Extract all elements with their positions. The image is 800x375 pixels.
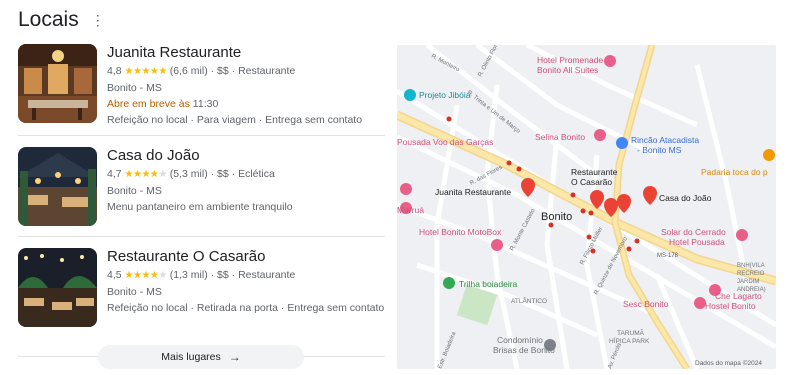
review-count: (1,3 mil) xyxy=(169,269,208,281)
price-level: $$ xyxy=(217,269,229,281)
map-view[interactable]: R. Monteiro R. Olinto Flores R. Trinta e… xyxy=(397,45,776,369)
more-places-button[interactable]: Mais lugares → xyxy=(98,345,304,369)
places-list: Juanita Restaurante 4,8 ★★★★★ (6,6 mil) … xyxy=(18,40,385,337)
svg-text:Selina Bonito: Selina Bonito xyxy=(535,132,585,142)
place-name[interactable]: Restaurante O Casarão xyxy=(107,248,384,266)
location: Bonito - MS xyxy=(107,286,162,298)
svg-text:Bonito All Suites: Bonito All Suites xyxy=(537,65,598,75)
place-card-casa-do-joao[interactable]: Casa do João 4,7 ★★★★★ (5,3 mil) · $$ · … xyxy=(18,135,385,236)
review-count: (5,3 mil) xyxy=(169,168,208,180)
locais-header: Locais ⋮ xyxy=(18,8,105,32)
place-photo[interactable] xyxy=(18,44,97,123)
place-photo[interactable] xyxy=(18,147,97,226)
category: Restaurante xyxy=(238,65,296,77)
svg-text:ATLÂNTICO: ATLÂNTICO xyxy=(511,296,547,305)
rating-line: 4,5 ★★★★★ (1,3 mil) · $$ · Restaurante xyxy=(107,269,296,281)
rating-value: 4,5 xyxy=(107,269,122,281)
rating-line: 4,7 ★★★★★ (5,3 mil) · $$ · Eclética xyxy=(107,168,275,180)
star-rating-icon: ★★★★★ xyxy=(124,66,168,77)
svg-text:BNH(VILA: BNH(VILA xyxy=(737,263,765,269)
location: Bonito - MS xyxy=(107,82,162,94)
svg-text:Dados do mapa ©2024: Dados do mapa ©2024 xyxy=(695,359,762,367)
rating-value: 4,8 xyxy=(107,65,122,77)
svg-text:Projeto Jibóia: Projeto Jibóia xyxy=(419,90,471,100)
svg-text:TARUMÃ: TARUMÃ xyxy=(617,328,645,337)
category: Restaurante xyxy=(238,269,296,281)
place-card-o-casarao[interactable]: Restaurante O Casarão 4,5 ★★★★★ (1,3 mil… xyxy=(18,236,385,337)
svg-text:Bonito: Bonito xyxy=(541,211,572,223)
location: Bonito - MS xyxy=(107,185,162,197)
service-options: Refeição no local · Para viagem · Entreg… xyxy=(107,114,363,126)
svg-text:Sesc Bonito: Sesc Bonito xyxy=(623,299,669,309)
svg-text:Casa do João: Casa do João xyxy=(659,193,712,203)
svg-text:- Bonito MS: - Bonito MS xyxy=(637,145,682,155)
hours-status: Abre em breve às 11:30 xyxy=(107,98,219,110)
svg-text:Trilha boiadeira: Trilha boiadeira xyxy=(459,279,518,289)
description: Menu pantaneiro em ambiente tranquilo xyxy=(107,201,293,213)
more-places-row: Mais lugares → xyxy=(18,345,385,369)
svg-text:Padaria toca do p: Padaria toca do p xyxy=(701,167,768,177)
svg-text:Marruá: Marruá xyxy=(397,205,424,215)
price-level: $$ xyxy=(217,65,229,77)
svg-text:Hostel Bonito: Hostel Bonito xyxy=(705,301,756,311)
svg-text:MS-178: MS-178 xyxy=(657,253,679,259)
rating-line: 4,8 ★★★★★ (6,6 mil) · $$ · Restaurante xyxy=(107,65,296,77)
svg-text:Hotel Bonito MotoBox: Hotel Bonito MotoBox xyxy=(419,227,502,237)
svg-text:Hotel Promenade: Hotel Promenade xyxy=(537,55,603,65)
rating-value: 4,7 xyxy=(107,168,122,180)
place-name[interactable]: Juanita Restaurante xyxy=(107,44,362,62)
svg-text:Che Lagarto: Che Lagarto xyxy=(715,291,762,301)
svg-text:Brisas de Bonito: Brisas de Bonito xyxy=(493,345,555,355)
map-canvas[interactable]: R. Monteiro R. Olinto Flores R. Trinta e… xyxy=(397,45,776,369)
place-card-juanita[interactable]: Juanita Restaurante 4,8 ★★★★★ (6,6 mil) … xyxy=(18,40,385,135)
review-count: (6,6 mil) xyxy=(169,65,208,77)
svg-text:JARDIM: JARDIM xyxy=(737,279,759,285)
star-rating-icon: ★★★★★ xyxy=(124,270,168,281)
star-rating-icon: ★★★★★ xyxy=(124,169,168,180)
svg-text:Juanita Restaurante: Juanita Restaurante xyxy=(435,187,511,197)
svg-text:HÍPICA PARK: HÍPICA PARK xyxy=(609,336,650,345)
place-photo[interactable] xyxy=(18,248,97,327)
service-options: Refeição no local · Retirada na porta · … xyxy=(107,302,385,314)
price-level: $$ xyxy=(217,168,229,180)
category: Eclética xyxy=(238,168,275,180)
svg-text:Hotel Pousada: Hotel Pousada xyxy=(669,237,725,247)
svg-text:Solar do Cerrado: Solar do Cerrado xyxy=(661,227,726,237)
arrow-right-icon: → xyxy=(228,350,241,364)
svg-text:Rincão Atacadista: Rincão Atacadista xyxy=(631,135,699,145)
svg-text:Restaurante: Restaurante xyxy=(571,167,618,177)
svg-text:O Casarão: O Casarão xyxy=(571,177,612,187)
svg-text:Pousada Voo das Garças: Pousada Voo das Garças xyxy=(397,137,493,147)
more-options-icon[interactable]: ⋮ xyxy=(91,13,105,27)
svg-text:RECREIO: RECREIO xyxy=(737,271,765,277)
section-title: Locais xyxy=(18,8,79,31)
svg-text:Condomínio: Condomínio xyxy=(497,335,543,345)
place-name[interactable]: Casa do João xyxy=(107,147,293,165)
